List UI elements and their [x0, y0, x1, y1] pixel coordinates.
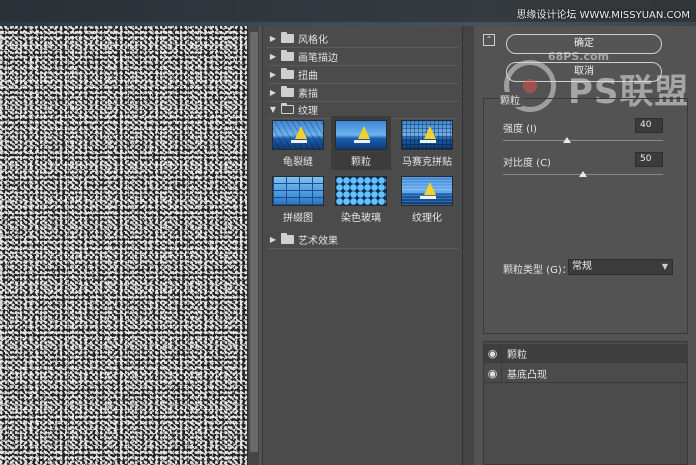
- watermark-top: 思缘设计论坛 WWW.MISSYUAN.COM: [516, 10, 690, 21]
- category-label: 素描: [298, 89, 318, 100]
- gallery-scrollbar[interactable]: [462, 26, 474, 465]
- filter-texturizer[interactable]: 纹理化: [397, 176, 457, 224]
- filter-grain[interactable]: 颗粒: [331, 116, 391, 170]
- eye-icon[interactable]: ◉: [484, 343, 502, 363]
- filter-gallery: ▶ 风格化 ▶ 画笔描边 ▶ 扭曲 ▶ 素描 ▼ 纹理 龟裂缝 颗粒 马赛克拼贴…: [262, 26, 473, 465]
- sailboat-icon: [424, 126, 436, 139]
- category-label: 画笔描边: [298, 53, 338, 64]
- boat-hull: [420, 196, 436, 199]
- chevron-right-icon: ▶: [269, 235, 277, 244]
- filter-label: 马赛克拼贴: [402, 157, 452, 168]
- options-title: 颗粒: [498, 92, 522, 107]
- layer-name: 颗粒: [507, 349, 527, 361]
- chevron-down-icon: ▼: [661, 262, 668, 271]
- chevron-right-icon: ▶: [269, 70, 277, 79]
- sailboat-icon: [424, 182, 436, 195]
- cracks-thumbnail: [272, 120, 324, 150]
- filter-label: 拼缀图: [283, 213, 313, 224]
- contrast-label: 对比度 (C): [503, 158, 551, 169]
- grain-thumbnail: [335, 120, 387, 150]
- chevron-down-icon: ▼: [269, 105, 277, 114]
- filter-label: 龟裂缝: [283, 157, 313, 168]
- collapse-icon[interactable]: ⌃: [483, 34, 495, 46]
- grain-type-select[interactable]: 常规 ▼: [568, 259, 673, 275]
- grain-type-label: 颗粒类型 (G)：: [503, 265, 572, 276]
- logo-dot: [523, 79, 537, 93]
- contrast-slider-thumb[interactable]: [579, 171, 587, 177]
- category-artistic[interactable]: ▶ 艺术效果: [267, 231, 459, 249]
- grain-type-value: 常规: [572, 261, 592, 272]
- intensity-label: 强度 (I): [503, 124, 537, 135]
- patchwork-thumbnail: [272, 176, 324, 206]
- filter-label: 颗粒: [351, 157, 371, 168]
- texturizer-thumbnail: [401, 176, 453, 206]
- effect-layer-bas-relief[interactable]: ◉ 基底凸现: [484, 363, 687, 383]
- folder-icon: [281, 32, 294, 43]
- boat-hull: [291, 140, 307, 143]
- eye-icon[interactable]: ◉: [484, 363, 502, 383]
- preview-scrollbar[interactable]: [247, 26, 259, 465]
- category-label: 扭曲: [298, 71, 318, 82]
- folder-open-icon: [281, 103, 294, 114]
- folder-icon: [281, 86, 294, 97]
- chevron-right-icon: ▶: [269, 52, 277, 61]
- intensity-slider-thumb[interactable]: [563, 137, 571, 143]
- filter-patchwork[interactable]: 拼缀图: [268, 176, 328, 224]
- sailboat-icon: [295, 126, 307, 139]
- sailboat-icon: [358, 126, 370, 139]
- chevron-right-icon: ▶: [269, 88, 277, 97]
- category-distort[interactable]: ▶ 扭曲: [267, 66, 459, 84]
- stained-glass-thumbnail: [335, 176, 387, 206]
- window-backdrop: 思缘设计论坛 WWW.MISSYUAN.COM: [0, 0, 696, 26]
- settings-panel: ⌃ 确定 取消 68PS.com PS联盟 颗粒 强度 (I) 40 对比度 (…: [474, 26, 696, 465]
- filter-label: 纹理化: [412, 213, 442, 224]
- category-label: 风格化: [298, 35, 328, 46]
- mosaic-thumbnail: [401, 120, 453, 150]
- effect-layer-grain[interactable]: ◉ 颗粒: [484, 343, 687, 363]
- category-label: 艺术效果: [298, 236, 338, 247]
- category-sketch[interactable]: ▶ 素描: [267, 84, 459, 102]
- preview-scroll-thumb[interactable]: [250, 32, 258, 452]
- boat-hull: [354, 140, 370, 143]
- folder-icon: [281, 68, 294, 79]
- boat-hull: [420, 140, 436, 143]
- filter-stained-glass[interactable]: 染色玻璃: [331, 176, 391, 224]
- filter-mosaic-tiles[interactable]: 马赛克拼贴: [397, 120, 457, 168]
- chevron-right-icon: ▶: [269, 34, 277, 43]
- category-label: 纹理: [298, 106, 318, 117]
- filter-craquelure[interactable]: 龟裂缝: [268, 120, 328, 168]
- filter-preview[interactable]: [0, 26, 247, 465]
- effect-layers-list: ◉ 颗粒 ◉ 基底凸现: [483, 341, 688, 465]
- category-brush-strokes[interactable]: ▶ 画笔描边: [267, 48, 459, 66]
- filter-options-group: 颗粒 强度 (I) 40 对比度 (C) 50 颗粒类型 (G)： 常规 ▼: [483, 92, 688, 334]
- intensity-slider[interactable]: [503, 140, 663, 141]
- layer-name: 基底凸现: [507, 369, 547, 381]
- folder-icon: [281, 50, 294, 61]
- contrast-input[interactable]: 50: [635, 152, 663, 167]
- folder-icon: [281, 233, 294, 244]
- watermark-side: 68PS.com: [548, 50, 610, 63]
- intensity-input[interactable]: 40: [635, 118, 663, 133]
- category-stylize[interactable]: ▶ 风格化: [267, 30, 459, 48]
- filter-label: 染色玻璃: [341, 213, 381, 224]
